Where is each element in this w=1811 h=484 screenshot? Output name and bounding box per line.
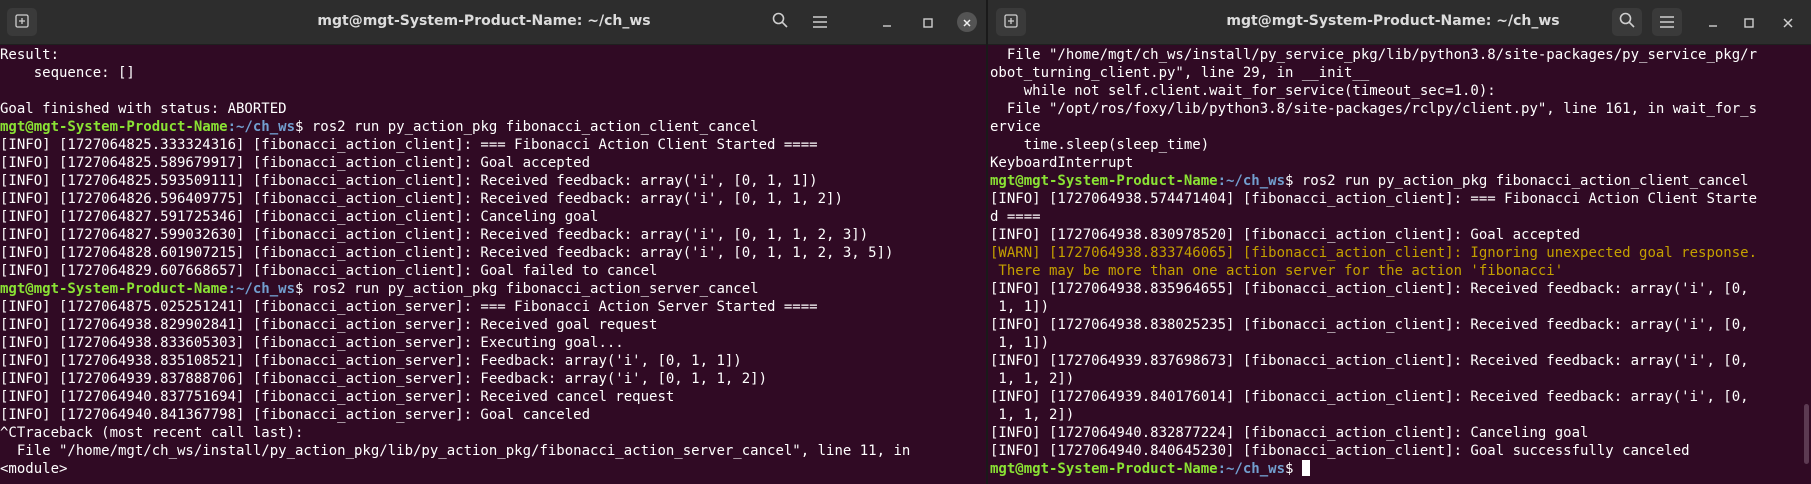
warning-line: There may be more than one action server… [990, 263, 1564, 279]
output-line: time.sleep(sleep_time) [990, 137, 1210, 153]
output-line: [INFO] [1727064939.837888706] [fibonacci… [0, 371, 768, 387]
search-icon [1619, 12, 1635, 32]
prompt-line: mgt@mgt-System-Product-Name:~/ch_ws$ ros… [990, 172, 1811, 190]
prompt-user: mgt@mgt-System-Product-Name [990, 461, 1218, 477]
titlebar[interactable]: mgt@mgt-System-Product-Name: ~/ch_ws [0, 0, 986, 45]
close-icon [1783, 13, 1793, 32]
warning-line: [WARN] [1727064938.833746065] [fibonacci… [990, 245, 1758, 261]
window-title: mgt@mgt-System-Product-Name: ~/ch_ws [317, 13, 651, 29]
prompt-user: mgt@mgt-System-Product-Name [990, 173, 1218, 189]
menu-button[interactable] [1652, 8, 1682, 36]
command-text: $ ros2 run py_action_pkg fibonacci_actio… [295, 119, 759, 135]
new-tab-button[interactable] [7, 8, 37, 36]
close-icon [962, 13, 972, 32]
close-button[interactable] [956, 0, 978, 44]
output-line: while not self.client.wait_for_service(t… [990, 83, 1496, 99]
output-line: [INFO] [1727064829.607668657] [fibonacci… [0, 263, 658, 279]
output-line: [INFO] [1727064938.574471404] [fibonacci… [990, 191, 1758, 207]
window-title: mgt@mgt-System-Product-Name: ~/ch_ws [1226, 13, 1560, 29]
minimize-icon [882, 13, 892, 32]
output-line: d ==== [990, 209, 1041, 225]
terminal-window-left[interactable]: mgt@mgt-System-Product-Name: ~/ch_ws Res… [0, 0, 986, 484]
command-text: $ ros2 run py_action_pkg fibonacci_actio… [1285, 173, 1749, 189]
output-line: File "/home/mgt/ch_ws/install/py_action_… [0, 443, 911, 459]
search-icon [772, 12, 788, 32]
scrollbar-thumb[interactable] [1804, 404, 1809, 464]
output-line: [INFO] [1727064825.593509111] [fibonacci… [0, 173, 818, 189]
maximize-button[interactable] [1738, 0, 1760, 44]
new-tab-button[interactable] [996, 8, 1026, 36]
scrollbar[interactable] [1802, 45, 1811, 484]
output-line: 1, 1]) [990, 299, 1050, 315]
output-line: Result: [0, 47, 60, 63]
new-tab-icon [1004, 13, 1018, 32]
output-line: [INFO] [1727064827.591725346] [fibonacci… [0, 209, 599, 225]
search-button[interactable] [769, 0, 791, 44]
minimize-button[interactable] [1702, 0, 1724, 44]
minimize-button[interactable] [876, 0, 898, 44]
output-line: 1, 1, 2]) [990, 407, 1075, 423]
prompt-line: mgt@mgt-System-Product-Name:~/ch_ws$ ros… [0, 118, 986, 136]
output-line: ervice [990, 119, 1041, 135]
output-line: [INFO] [1727064938.838025235] [fibonacci… [990, 317, 1749, 333]
output-line: [INFO] [1727064875.025251241] [fibonacci… [0, 299, 818, 315]
maximize-icon [1744, 13, 1754, 32]
close-button[interactable] [1777, 0, 1799, 44]
output-line: [INFO] [1727064939.840176014] [fibonacci… [990, 389, 1749, 405]
output-line: 1, 1]) [990, 335, 1050, 351]
prompt-path: :~/ch_ws [1217, 461, 1286, 477]
output-line: [INFO] [1727064825.589679917] [fibonacci… [0, 155, 591, 171]
prompt-user: mgt@mgt-System-Product-Name [0, 281, 228, 297]
terminal-output[interactable]: File "/home/mgt/ch_ws/install/py_service… [988, 45, 1811, 484]
output-line: [INFO] [1727064939.837698673] [fibonacci… [990, 353, 1749, 369]
output-line: <module> [0, 461, 68, 477]
output-line: [INFO] [1727064938.830978520] [fibonacci… [990, 227, 1581, 243]
new-tab-icon [15, 13, 29, 32]
hamburger-menu-icon [813, 13, 827, 32]
output-line: File "/home/mgt/ch_ws/install/py_service… [990, 47, 1758, 63]
maximize-icon [923, 13, 933, 32]
output-line: 1, 1, 2]) [990, 371, 1075, 387]
prompt-line: mgt@mgt-System-Product-Name:~/ch_ws$ ros… [0, 280, 986, 298]
output-line: sequence: [] [0, 65, 135, 81]
prompt-path: :~/ch_ws [227, 119, 296, 135]
command-text: $ [1285, 461, 1302, 477]
prompt-user: mgt@mgt-System-Product-Name [0, 119, 228, 135]
terminal-output[interactable]: Result: sequence: [] Goal finished with s… [0, 45, 986, 484]
output-line: [INFO] [1727064940.837751694] [fibonacci… [0, 389, 675, 405]
output-line: [INFO] [1727064940.841367798] [fibonacci… [0, 407, 591, 423]
output-line: [INFO] [1727064826.596409775] [fibonacci… [0, 191, 843, 207]
output-line: Goal finished with status: ABORTED [0, 101, 287, 117]
terminal-window-right[interactable]: mgt@mgt-System-Product-Name: ~/ch_ws Fil… [988, 0, 1811, 484]
hamburger-menu-icon [1660, 13, 1674, 32]
output-line: [INFO] [1727064827.599032630] [fibonacci… [0, 227, 869, 243]
output-line: obot_turning_client.py", line 29, in __i… [990, 65, 1370, 81]
output-line: [INFO] [1727064828.601907215] [fibonacci… [0, 245, 894, 261]
output-line: [INFO] [1727064940.832877224] [fibonacci… [990, 425, 1589, 441]
output-line: ^CTraceback (most recent call last): [0, 425, 304, 441]
search-button[interactable] [1612, 8, 1642, 36]
titlebar[interactable]: mgt@mgt-System-Product-Name: ~/ch_ws [988, 0, 1811, 45]
output-line: File "/opt/ros/foxy/lib/python3.8/site-p… [990, 101, 1758, 117]
output-line: [INFO] [1727064938.829902841] [fibonacci… [0, 317, 658, 333]
prompt-line: mgt@mgt-System-Product-Name:~/ch_ws$ [990, 460, 1811, 478]
prompt-path: :~/ch_ws [1217, 173, 1286, 189]
maximize-button[interactable] [917, 0, 939, 44]
menu-button[interactable] [809, 0, 831, 44]
text-cursor [1301, 460, 1310, 476]
output-line: [INFO] [1727064938.835964655] [fibonacci… [990, 281, 1749, 297]
output-line: [INFO] [1727064825.333324316] [fibonacci… [0, 137, 818, 153]
minimize-icon [1708, 13, 1718, 32]
output-line: [INFO] [1727064940.840645230] [fibonacci… [990, 443, 1690, 459]
output-line: [INFO] [1727064938.835108521] [fibonacci… [0, 353, 742, 369]
output-line: [INFO] [1727064938.833605303] [fibonacci… [0, 335, 624, 351]
command-text: $ ros2 run py_action_pkg fibonacci_actio… [295, 281, 759, 297]
output-line: KeyboardInterrupt [990, 155, 1134, 171]
prompt-path: :~/ch_ws [227, 281, 296, 297]
